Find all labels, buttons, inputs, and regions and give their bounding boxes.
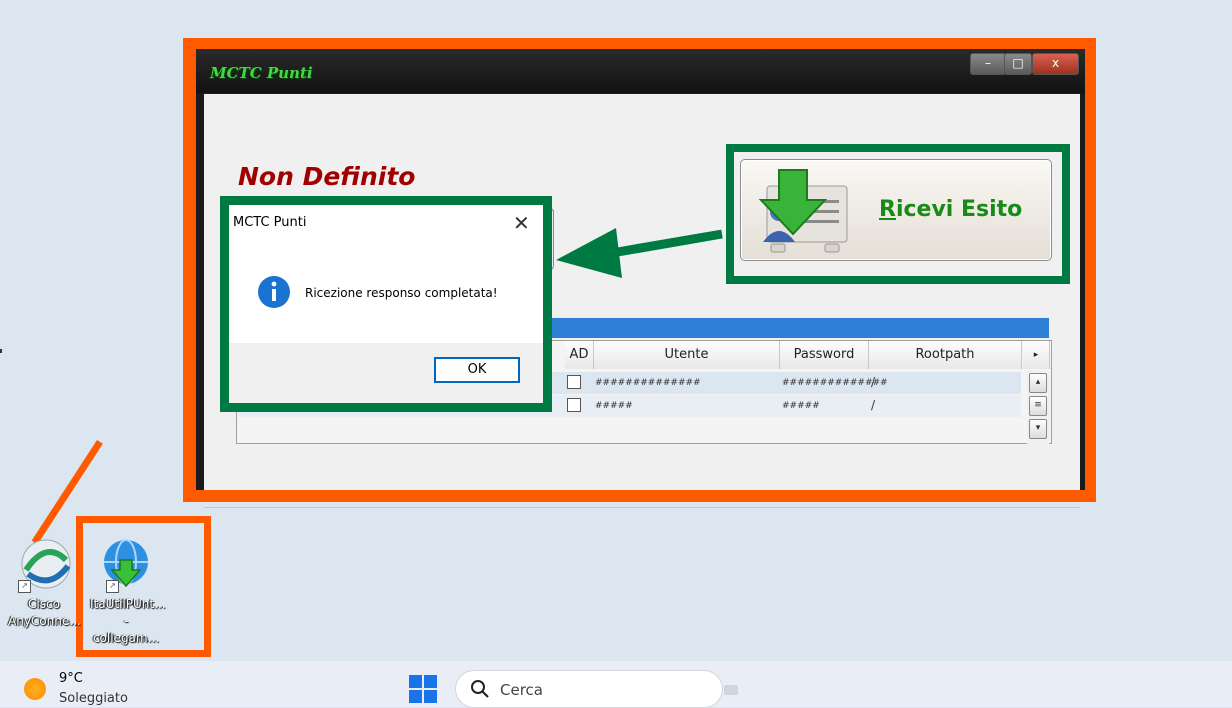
search-placeholder: Cerca [500,681,543,699]
rootpath-cell: / [871,398,876,412]
status-text: Non Definito [238,162,416,191]
ad-checkbox[interactable] [567,398,581,412]
edge-mark [0,349,2,353]
utente-cell: ############## [595,378,701,388]
weather-temperature[interactable]: 9°C [59,671,83,686]
app-title: MCTC Punti [210,64,313,82]
sun-icon[interactable] [24,678,46,700]
shortcut-arrow-icon: ↗ [18,580,31,593]
pointer-arrow-icon [556,228,723,278]
utente-cell: ##### [595,401,633,411]
ok-button[interactable]: OK [434,357,520,383]
close-window-button[interactable]: x [1032,53,1079,75]
grid-group-header [546,318,1049,338]
dialog-title: MCTC Punti [233,215,307,230]
info-icon [258,276,290,308]
weather-condition[interactable]: Soleggiato [59,691,128,706]
shortcut-arrow-icon: ↗ [106,580,119,593]
desktop-icon-cisco[interactable]: ↗ Cisco AnyConne... [8,536,81,630]
download-user-icon [749,164,849,256]
column-header-password[interactable]: Password [780,341,869,369]
column-header-utente[interactable]: Utente [594,341,780,369]
taskbar-search-box[interactable]: Cerca [455,670,723,708]
rootpath-cell: / [871,375,876,389]
scroll-up-icon[interactable]: ▴ [1029,373,1047,393]
ricevi-esito-label: Ricevi Esito [879,197,1023,222]
column-scroll-right[interactable]: ▸ [1023,341,1050,369]
search-icon [471,680,489,698]
windows-start-icon[interactable] [409,675,437,703]
password-cell: ##### [782,401,820,411]
scroll-down-icon[interactable]: ▾ [1029,419,1047,439]
ad-checkbox[interactable] [567,375,581,389]
column-header-ad[interactable]: AD [565,341,594,369]
desktop-icon-label: Cisco AnyConne... [8,597,81,628]
dialog-message: Ricezione responso completata! [305,286,498,300]
scroll-middle-icon[interactable]: ≡ [1029,396,1047,416]
minimize-button[interactable]: – [970,53,1006,75]
desktop-icon-label: ItaUtilPUnt... - collegam... [90,597,166,645]
taskbar: 9°C Soleggiato Cerca [0,661,1232,708]
desktop-icon-itautilpunti[interactable]: ↗ ItaUtilPUnt... - collegam... [90,536,166,647]
vertical-scrollbar[interactable]: ▴ ≡ ▾ [1027,371,1049,471]
window-footer-divider [204,507,1080,508]
dialog-footer: OK [229,343,543,403]
column-header-rootpath[interactable]: Rootpath [869,341,1022,369]
app-titlebar[interactable]: MCTC Punti – □ x [196,49,1085,93]
maximize-button[interactable]: □ [1004,53,1032,75]
message-dialog: MCTC Punti ✕ Ricezione responso completa… [229,205,543,403]
dialog-close-icon[interactable]: ✕ [513,211,530,235]
taskbar-app-icon[interactable] [724,685,738,695]
ricevi-esito-button[interactable]: Ricevi Esito [740,159,1052,261]
